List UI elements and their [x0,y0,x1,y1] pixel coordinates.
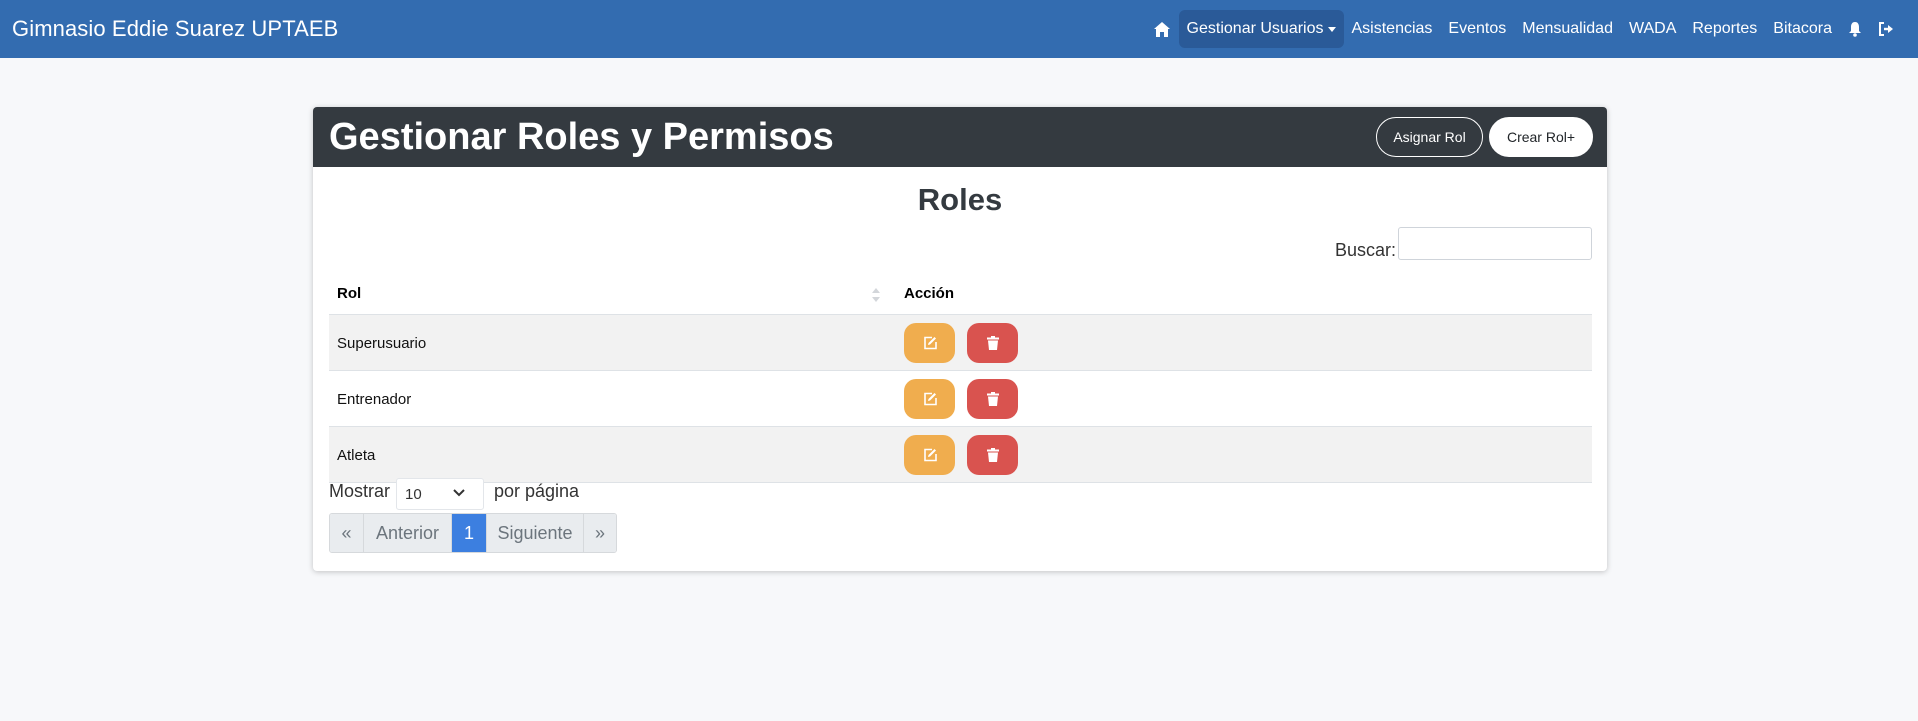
column-header-rol[interactable]: Rol [337,272,361,315]
last-page-button[interactable]: » [584,514,616,552]
per-page-value: 10 [405,485,422,503]
create-role-button[interactable]: Crear Rol+ [1489,117,1593,157]
trash-icon [986,448,999,462]
table-row: Atleta [329,427,1592,483]
caret-down-icon [1327,26,1336,32]
table-row: Superusuario [329,315,1592,371]
sort-icon[interactable] [871,287,881,303]
top-navbar: Gimnasio Eddie Suarez UPTAEB Gestionar U… [0,0,1918,58]
table-row: Entrenador [329,371,1592,427]
delete-button[interactable] [967,435,1018,475]
role-name-cell: Entrenador [337,390,412,408]
pagination: « Anterior 1 Siguiente » [329,513,617,553]
search-input[interactable] [1398,227,1592,260]
nav-mensualidad[interactable]: Mensualidad [1514,10,1621,48]
edit-icon [923,448,937,462]
nav-gestionar-usuarios[interactable]: Gestionar Usuarios [1178,10,1344,48]
nav-wada[interactable]: WADA [1621,10,1684,48]
brand-title[interactable]: Gimnasio Eddie Suarez UPTAEB [12,0,338,58]
roles-heading: Roles [917,182,1003,217]
card-header: Gestionar Roles y Permisos Asignar Rol C… [313,107,1607,167]
role-name-cell: Atleta [337,446,376,464]
roles-card: Gestionar Roles y Permisos Asignar Rol C… [313,107,1607,571]
edit-icon [923,392,937,406]
show-label: Mostrar [329,481,391,501]
table-header: Rol Acción [329,272,1592,315]
home-icon[interactable] [1145,10,1179,48]
edit-button[interactable] [904,379,955,419]
bell-icon[interactable] [1840,10,1870,48]
column-header-accion: Acción [904,285,955,302]
delete-button[interactable] [967,379,1018,419]
edit-button[interactable] [904,435,955,475]
roles-table: Rol Acción Superusuario Entrenador Atlet… [329,272,1592,483]
page-1-button[interactable]: 1 [452,514,487,552]
next-page-button[interactable]: Siguiente [487,514,584,552]
nav-gestionar-usuarios-label: Gestionar Usuarios [1186,20,1324,37]
nav-asistencias[interactable]: Asistencias [1344,10,1441,48]
chevron-down-icon [453,489,465,497]
search-label: Buscar: [1335,239,1397,260]
first-page-button[interactable]: « [330,514,364,552]
trash-icon [986,336,999,350]
previous-page-button[interactable]: Anterior [364,514,452,552]
role-name-cell: Superusuario [337,334,427,352]
trash-icon [986,392,999,406]
assign-role-button[interactable]: Asignar Rol [1376,117,1483,157]
nav-reportes[interactable]: Reportes [1684,10,1765,48]
per-page-select[interactable]: 10 [396,478,484,510]
edit-button[interactable] [904,323,955,363]
per-page-label: por página [494,481,580,501]
page-title: Gestionar Roles y Permisos [329,115,834,158]
delete-button[interactable] [967,323,1018,363]
nav-eventos[interactable]: Eventos [1440,10,1514,48]
edit-icon [923,336,937,350]
logout-icon[interactable] [1870,10,1902,48]
nav-menu: Gestionar Usuarios Asistencias Eventos M… [1145,0,1902,58]
nav-bitacora[interactable]: Bitacora [1765,10,1840,48]
